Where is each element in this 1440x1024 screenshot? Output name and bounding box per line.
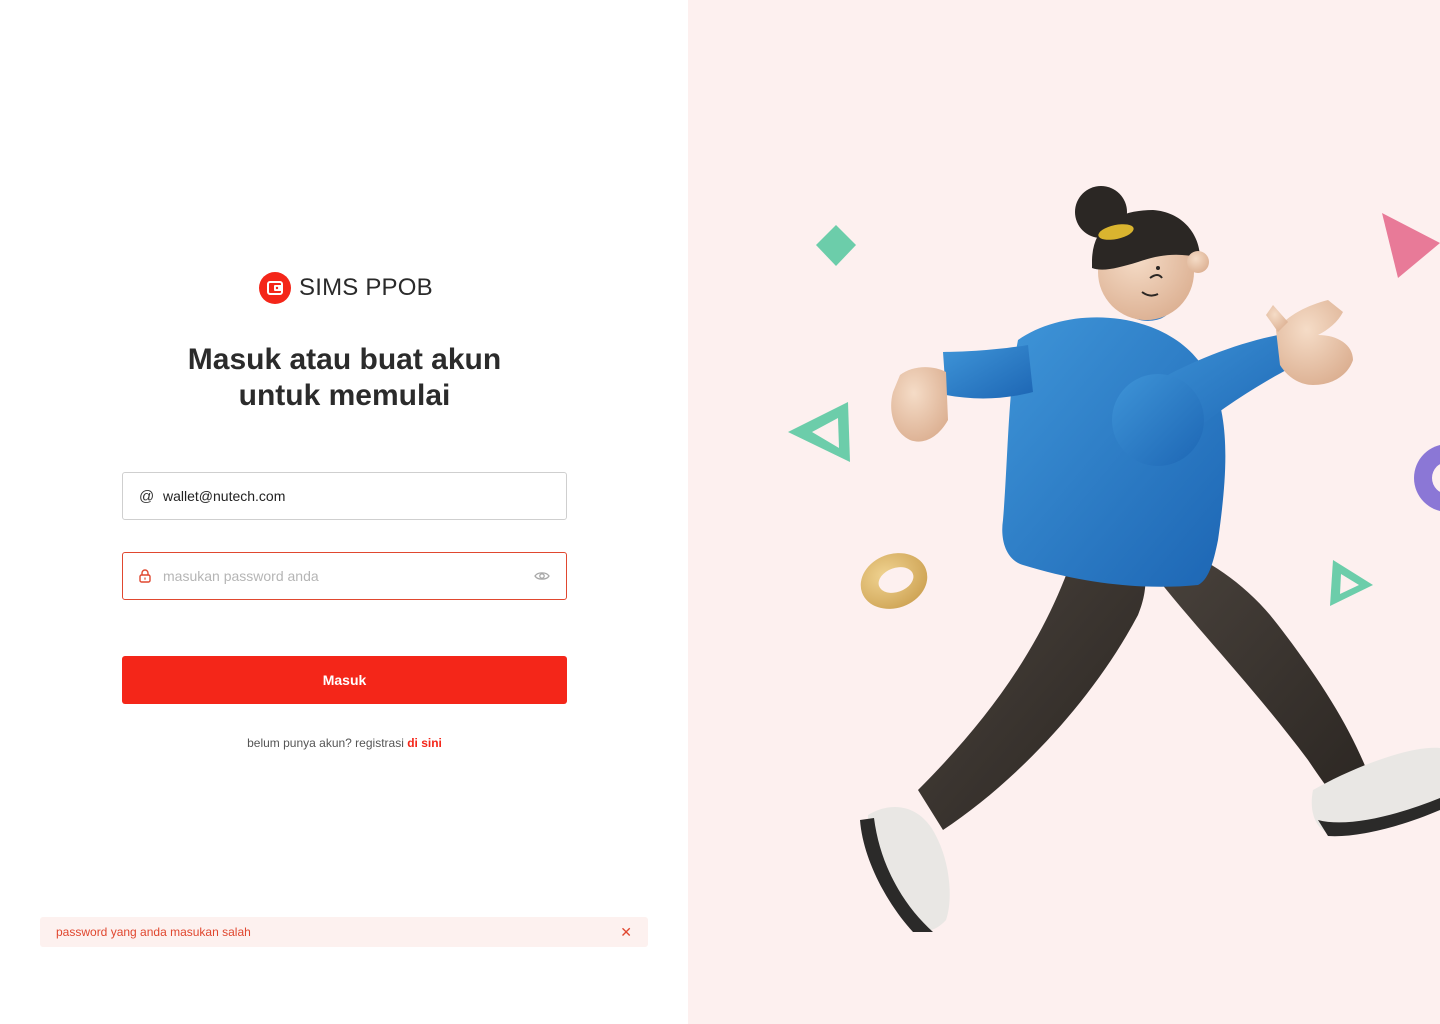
eye-icon[interactable] xyxy=(534,570,550,582)
at-icon: @ xyxy=(139,487,155,505)
gold-ring-shape xyxy=(860,553,928,609)
login-panel: SIMS PPOB Masuk atau buat akun untuk mem… xyxy=(0,0,688,1024)
email-input[interactable] xyxy=(163,488,550,504)
register-prompt: belum punya akun? registrasi di sini xyxy=(122,736,567,750)
walking-person-illustration xyxy=(788,186,1440,932)
lock-icon xyxy=(139,569,157,583)
teal-diamond-shape xyxy=(816,225,856,266)
teal-triangle-left-shape xyxy=(788,402,850,462)
purple-ring-shape xyxy=(1414,444,1440,512)
page-title: Masuk atau buat akun untuk memulai xyxy=(122,342,567,414)
close-icon[interactable]: ✕ xyxy=(620,925,632,939)
page-title-line-2: untuk memulai xyxy=(238,379,451,412)
page-title-line-1: Masuk atau buat akun xyxy=(187,343,502,376)
password-input[interactable] xyxy=(163,568,534,584)
brand: SIMS PPOB xyxy=(259,272,433,304)
error-toast: password yang anda masukan salah ✕ xyxy=(40,917,648,947)
email-field[interactable]: @ xyxy=(122,472,567,520)
password-field[interactable] xyxy=(122,552,567,600)
wallet-icon xyxy=(259,272,291,304)
error-message: password yang anda masukan salah xyxy=(56,925,251,939)
register-prefix: belum punya akun? registrasi xyxy=(247,736,404,750)
teal-triangle-right-shape xyxy=(1330,560,1373,606)
pink-triangle-shape xyxy=(1382,213,1440,278)
illustration-panel xyxy=(688,0,1440,1024)
login-button[interactable]: Masuk xyxy=(122,656,567,704)
register-link[interactable]: di sini xyxy=(407,736,442,750)
brand-name: SIMS PPOB xyxy=(299,274,433,301)
